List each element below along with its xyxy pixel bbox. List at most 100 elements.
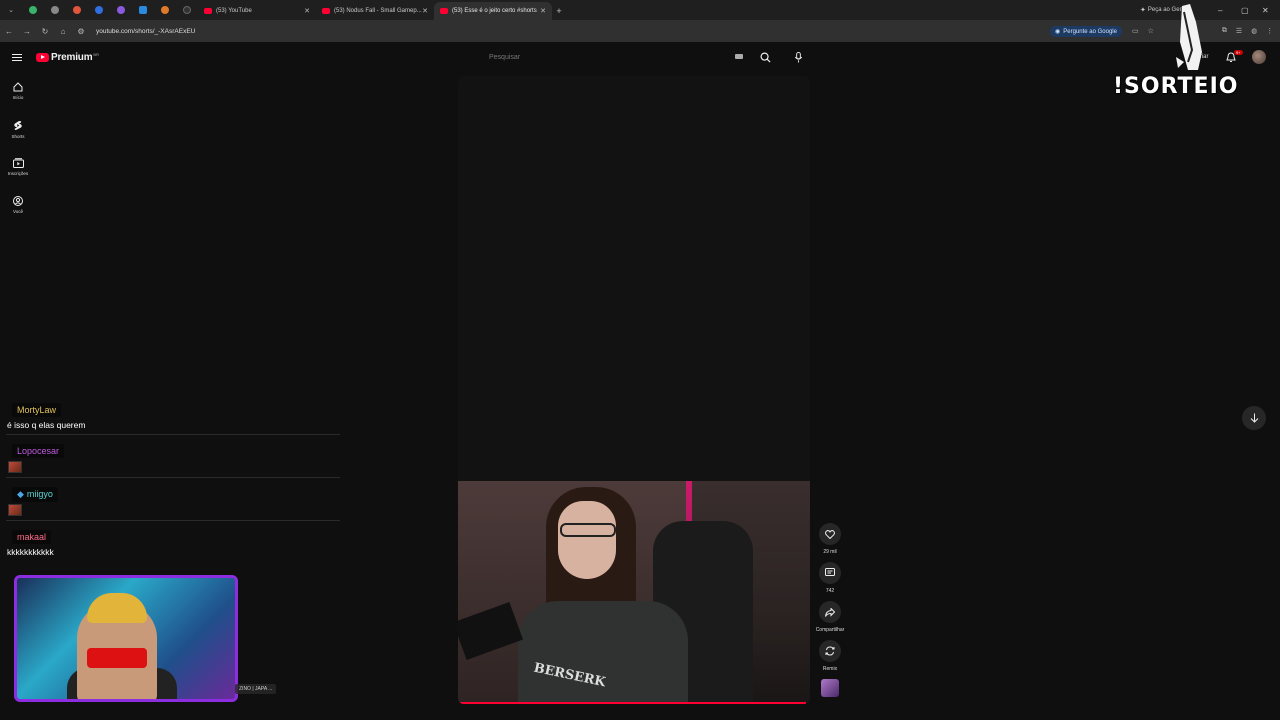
lens-icon: ◉ <box>1055 29 1061 35</box>
chat-username-with-badge: ◆ miigyo <box>12 487 58 502</box>
guide-item-home[interactable]: Início <box>0 72 36 110</box>
comment-count: 742 <box>825 588 835 594</box>
logo-country: BR <box>93 52 99 57</box>
pinned-tab-8[interactable] <box>176 0 198 20</box>
like-button[interactable]: 29 mil <box>812 523 848 562</box>
you-icon <box>13 196 23 206</box>
sorteio-overlay-text: !SORTEIO <box>1113 74 1239 99</box>
streamer-beanie <box>87 593 147 623</box>
pinned-tab-7[interactable] <box>154 0 176 20</box>
more-icon[interactable]: ⋮ <box>1266 27 1273 35</box>
mascot-overlay-graphic <box>1176 4 1202 70</box>
heart-icon <box>825 529 835 539</box>
person-face <box>558 501 616 579</box>
close-tab-icon[interactable]: ✕ <box>304 7 310 15</box>
guide-label: Shorts <box>11 134 25 139</box>
like-count: 29 mil <box>823 549 837 555</box>
tab-search-icon[interactable]: ⌄ <box>0 0 22 20</box>
close-window-button[interactable]: ✕ <box>1262 0 1269 20</box>
chat-divider <box>6 434 340 435</box>
ask-google-button[interactable]: ◉ Pergunte ao Google <box>1050 26 1122 37</box>
remix-button-circle[interactable] <box>819 640 841 662</box>
video-progress-bar[interactable] <box>458 702 806 704</box>
search-button[interactable] <box>754 49 776 65</box>
webcam-name-label: ZINO | JAPA ... <box>235 684 277 694</box>
guide-label: Inscrições <box>7 171 29 176</box>
tab-youtube[interactable]: (53) YouTube ✕ <box>198 2 316 20</box>
browser-tab-bar: ⌄ (53) YouTube ✕ (53) Nodus Fall - Small… <box>0 0 1280 20</box>
pinned-tab-2[interactable] <box>44 0 66 20</box>
search-icon <box>760 52 771 63</box>
share-label: Compartilhar <box>815 627 845 633</box>
chat-username: miigyo <box>26 489 53 499</box>
chat-message: ◆ miigyo <box>6 484 340 521</box>
bookmark-star-icon[interactable]: ☆ <box>1148 27 1154 35</box>
home-icon <box>13 82 23 92</box>
streamer-microphone <box>87 648 147 668</box>
extension-icon[interactable]: ⧉ <box>1222 27 1227 35</box>
voice-search-button[interactable] <box>790 49 806 65</box>
shorts-action-bar: 29 mil 742 Compartilhar Remix <box>812 523 848 679</box>
like-button-circle[interactable] <box>819 523 841 545</box>
comment-icon <box>825 568 835 576</box>
chat-divider <box>6 520 340 521</box>
hamburger-menu-icon[interactable] <box>12 54 22 61</box>
remix-button[interactable]: Remix <box>812 640 848 679</box>
youtube-premium-logo[interactable]: Premium BR <box>36 52 99 63</box>
share-arrow-icon <box>825 607 835 617</box>
chat-message: Lopocesar <box>6 441 340 478</box>
youtube-logo-icon <box>36 53 49 62</box>
forward-button[interactable]: → <box>18 20 36 42</box>
guide-label: Início <box>12 95 24 100</box>
remix-icon <box>825 646 835 656</box>
shorts-video-player[interactable]: BERSERK <box>458 76 810 704</box>
youtube-mini-guide: Início Shorts Inscrições Você <box>0 72 36 224</box>
maximize-button[interactable]: ▢ <box>1241 0 1249 20</box>
close-tab-icon[interactable]: ✕ <box>422 7 428 15</box>
share-button-circle[interactable] <box>819 601 841 623</box>
cast-icon[interactable]: ▭ <box>1132 27 1139 35</box>
guide-item-subscriptions[interactable]: Inscrições <box>0 148 36 186</box>
chat-text: é isso q elas querem <box>7 420 86 430</box>
tab-nodus-fall[interactable]: (53) Nodus Fall - Small Gamep... ✕ <box>316 2 434 20</box>
chat-message: makaal kkkkkkkkkkk <box>6 527 340 557</box>
reload-button[interactable]: ↻ <box>36 20 54 42</box>
home-button[interactable]: ⌂ <box>54 20 72 42</box>
pinned-tab-1[interactable] <box>22 0 44 20</box>
share-button[interactable]: Compartilhar <box>812 601 848 640</box>
stream-chat-overlay: MortyLaw é isso q elas querem Lopocesar … <box>6 400 340 557</box>
chat-username: MortyLaw <box>12 403 62 417</box>
guide-item-shorts[interactable]: Shorts <box>0 110 36 148</box>
comments-button[interactable]: 742 <box>812 562 848 601</box>
account-avatar[interactable] <box>1252 50 1266 64</box>
back-button[interactable]: ← <box>0 20 18 42</box>
keyboard-icon[interactable] <box>735 54 743 59</box>
menu-icon[interactable]: ☰ <box>1236 27 1242 35</box>
sound-thumbnail[interactable] <box>821 679 839 697</box>
sparkle-icon: ✦ <box>1140 7 1146 14</box>
guide-item-you[interactable]: Você <box>0 186 36 224</box>
close-tab-icon[interactable]: ✕ <box>540 7 546 15</box>
pinned-tab-3[interactable] <box>66 0 88 20</box>
profile-icon[interactable]: ◍ <box>1251 27 1257 35</box>
search-input[interactable]: Pesquisar <box>482 48 752 66</box>
chat-username: Lopocesar <box>12 444 65 458</box>
arrow-down-icon <box>1250 413 1258 423</box>
youtube-header: Premium BR Pesquisar + Criar <box>0 42 1280 72</box>
chat-username: makaal <box>12 530 52 544</box>
youtube-favicon-icon <box>440 8 448 14</box>
logo-text: Premium <box>51 52 93 63</box>
tab-title: (53) Esse é o jeito certo #shorts <box>452 8 537 14</box>
site-info-icon[interactable]: ⚙ <box>72 20 90 42</box>
comments-button-circle[interactable] <box>819 562 841 584</box>
tab-title: (53) Nodus Fall - Small Gamep... <box>334 8 422 14</box>
chat-emote-icon <box>8 461 22 473</box>
url-field[interactable]: youtube.com/shorts/_-XAsrAExEU <box>96 28 195 35</box>
next-short-button[interactable] <box>1242 406 1266 430</box>
pinned-tab-6[interactable] <box>132 0 154 20</box>
pinned-tab-5[interactable] <box>110 0 132 20</box>
new-tab-button[interactable]: + <box>552 2 566 20</box>
pinned-tab-4[interactable] <box>88 0 110 20</box>
tab-shorts-active[interactable]: (53) Esse é o jeito certo #shorts ✕ <box>434 2 552 20</box>
minimize-button[interactable]: – <box>1218 0 1222 20</box>
